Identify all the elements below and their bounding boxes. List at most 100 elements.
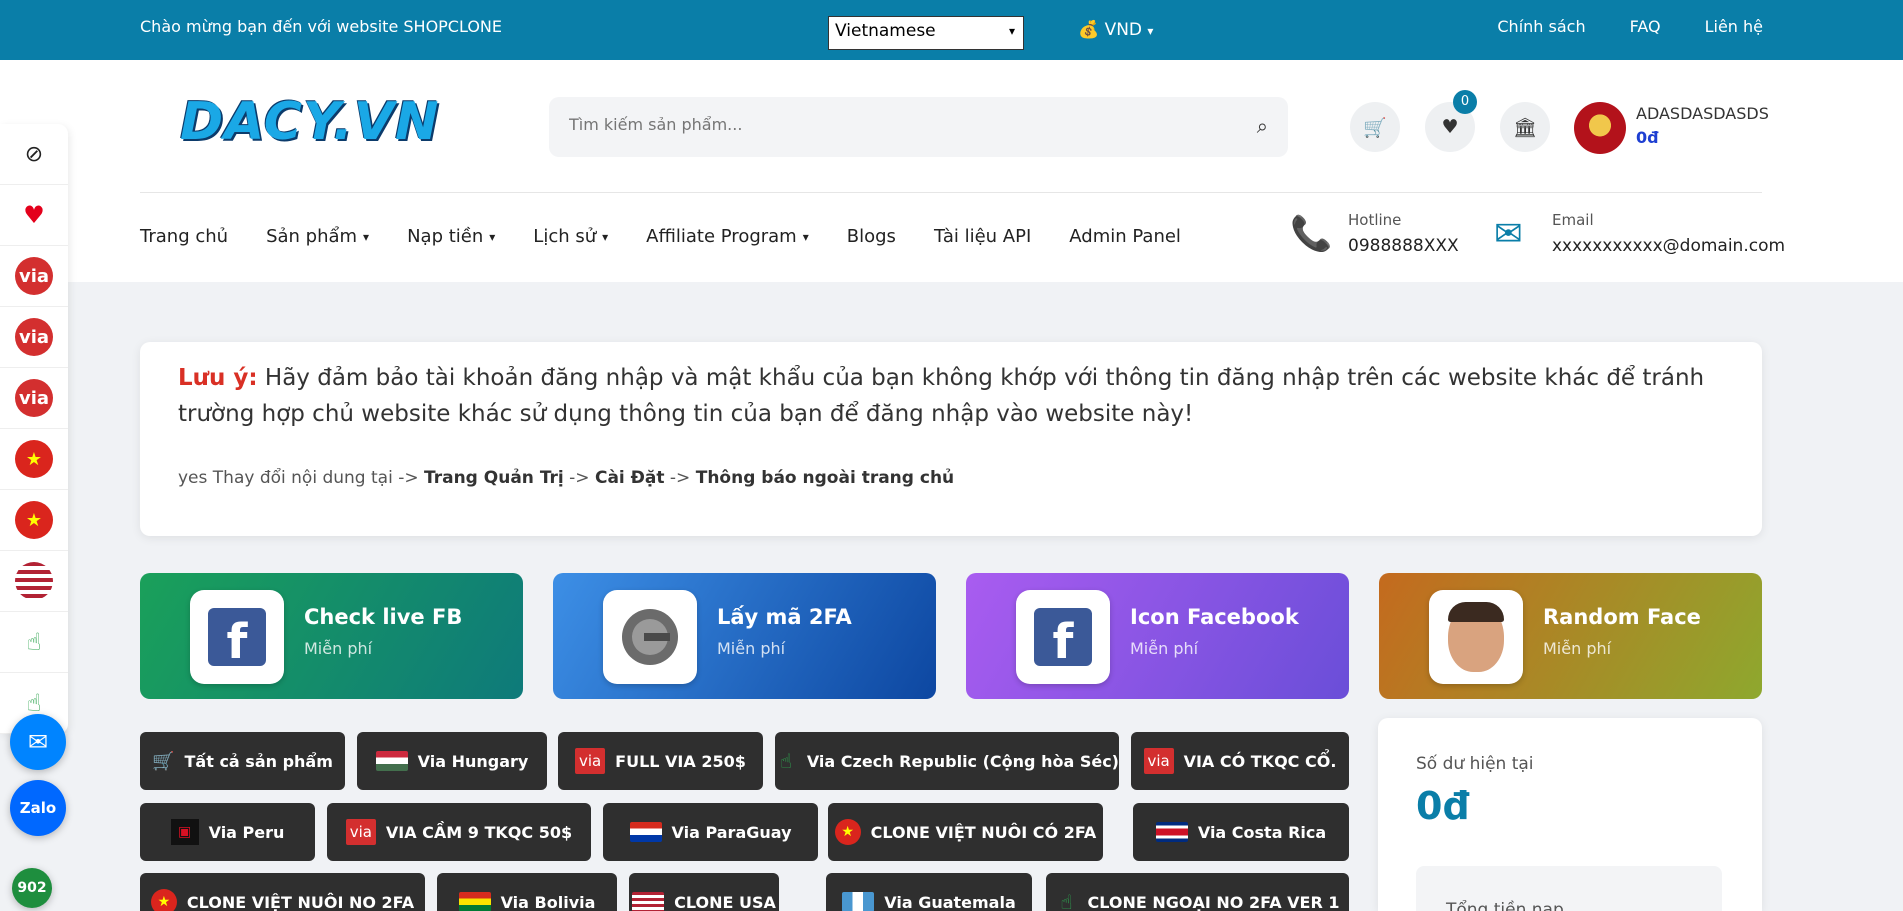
bank-button[interactable]: 🏛 — [1500, 102, 1550, 152]
envelope-icon: ✉ — [1494, 214, 1523, 254]
chip-via-hungary[interactable]: Via Hungary — [357, 732, 547, 790]
messenger-button[interactable]: ✉ — [10, 714, 66, 770]
tool-title: Lấy mã 2FA — [717, 605, 852, 629]
chip-label: VIA CẦM 9 TKQC 50$ — [385, 822, 573, 842]
header-divider — [140, 192, 1762, 193]
balance-label: Số dư hiện tại — [1416, 754, 1534, 774]
usa-flag-icon — [632, 892, 665, 911]
nav-item-history[interactable]: Lịch sử ▾ — [533, 226, 608, 247]
nav-item-blogs[interactable]: Blogs — [847, 226, 896, 247]
search-icon[interactable]: ⌕ — [1257, 114, 1268, 138]
quick-link-us[interactable] — [0, 551, 68, 612]
authenticator-icon — [603, 590, 697, 684]
chip-clone-ngoai-no-2fa[interactable]: ☝ CLONE NGOẠI NO 2FA VER 1 — [1046, 873, 1349, 911]
cart-icon: 🛒 — [152, 750, 175, 772]
tool-subtitle: Miễn phí — [1543, 639, 1612, 658]
user-name[interactable]: ADASDASDASDS — [1636, 104, 1769, 123]
nav-label: Trang chủ — [140, 226, 229, 247]
chip-via-guatemala[interactable]: Via Guatemala — [826, 873, 1032, 911]
face-icon — [1429, 590, 1523, 684]
via-icon: via — [1143, 748, 1174, 774]
language-select[interactable]: Vietnamese ▾ — [828, 16, 1024, 50]
language-selected: Vietnamese — [835, 21, 936, 41]
chip-label: Via Peru — [208, 822, 285, 842]
usa-flag-icon — [15, 562, 53, 600]
link-contact[interactable]: Liên hệ — [1705, 17, 1763, 36]
nav-label: Blogs — [846, 226, 896, 247]
chip-via-czech[interactable]: ☝ Via Czech Republic (Cộng hòa Séc) — [775, 732, 1119, 790]
favorites-link[interactable]: ♥ — [0, 185, 68, 246]
cart-button[interactable]: 🛒 — [1350, 102, 1400, 152]
email-address[interactable]: xxxxxxxxxxx@domain.com — [1552, 236, 1785, 256]
quick-link-via-3[interactable]: via — [0, 368, 68, 429]
peru-flag-icon: ▣ — [170, 819, 199, 845]
nav-item-admin[interactable]: Admin Panel — [1069, 226, 1181, 247]
tap-icon: ☝ — [779, 749, 792, 773]
facebook-icon: f — [1016, 590, 1110, 684]
facebook-icon: f — [190, 590, 284, 684]
balance-value: 0đ — [1416, 784, 1470, 828]
tool-card-2fa[interactable]: Lấy mã 2FA Miễn phí — [553, 573, 936, 699]
nav-item-affiliate[interactable]: Affiliate Program ▾ — [646, 226, 809, 247]
chip-label: FULL VIA 250$ — [615, 751, 746, 771]
quick-link-via-1[interactable]: via — [0, 246, 68, 307]
nav-label: Nạp tiền — [407, 226, 484, 247]
broken-image-alt: yes — [178, 468, 208, 488]
chip-full-via-250[interactable]: via FULL VIA 250$ — [558, 732, 763, 790]
link-faq[interactable]: FAQ — [1630, 17, 1661, 36]
chip-via-tkqc[interactable]: via VIA CÓ TKQC CỔ. — [1131, 732, 1349, 790]
via-icon: via — [345, 819, 376, 845]
nav-label: Affiliate Program — [646, 226, 797, 247]
phone-icon: 📞 — [1290, 214, 1333, 254]
quick-link-tap[interactable]: ☝ — [0, 612, 68, 673]
tool-card-icon-facebook[interactable]: f Icon Facebook Miễn phí — [966, 573, 1349, 699]
chip-via-9-tkqc[interactable]: via VIA CẦM 9 TKQC 50$ — [327, 803, 591, 861]
tool-card-random-face[interactable]: Random Face Miễn phí — [1379, 573, 1762, 699]
chip-label: Via Guatemala — [884, 892, 1016, 911]
nav-item-deposit[interactable]: Nạp tiền ▾ — [407, 226, 495, 247]
nav-item-api-docs[interactable]: Tài liệu API — [934, 226, 1031, 247]
chevron-down-icon: ▾ — [489, 229, 496, 244]
nav-item-home[interactable]: Trang chủ — [140, 226, 228, 247]
tool-card-check-live-fb[interactable]: f Check live FB Miễn phí — [140, 573, 523, 699]
chip-label: CLONE VIỆT NUÔI NO 2FA — [186, 892, 415, 911]
chip-clone-viet-no-2fa[interactable]: ★ CLONE VIỆT NUÔI NO 2FA — [140, 873, 425, 911]
quick-link-vn-1[interactable]: ★ — [0, 429, 68, 490]
chip-via-paraguay[interactable]: Via ParaGuay — [603, 803, 818, 861]
bank-icon: 🏛 — [1512, 116, 1538, 139]
nav-label: Tài liệu API — [933, 226, 1032, 247]
tool-subtitle: Miễn phí — [304, 639, 373, 658]
via-icon: via — [15, 379, 53, 417]
tool-subtitle: Miễn phí — [717, 639, 786, 658]
search-box: ⌕ — [549, 97, 1288, 157]
zalo-label: Zalo — [19, 799, 57, 817]
messenger-icon: ✉ — [27, 728, 49, 756]
quick-link-vn-2[interactable]: ★ — [0, 490, 68, 551]
quick-link-via-2[interactable]: via — [0, 307, 68, 368]
search-input[interactable] — [569, 115, 1209, 134]
eye-slash-icon: ⊘ — [24, 141, 44, 167]
nav-label: Admin Panel — [1069, 226, 1181, 247]
chip-clone-viet-2fa[interactable]: ★ CLONE VIỆT NUÔI CÓ 2FA — [828, 803, 1103, 861]
badge-number: 902 — [17, 880, 47, 896]
path-sep: -> — [669, 468, 691, 488]
nav-item-products[interactable]: Sản phẩm ▾ — [266, 226, 369, 247]
chip-label: Tất cả sản phẩm — [184, 751, 333, 771]
path-settings: Cài Đặt — [594, 468, 665, 488]
chip-via-peru[interactable]: ▣ Via Peru — [140, 803, 315, 861]
number-badge-902[interactable]: 902 — [12, 868, 52, 908]
tap-icon: ☝ — [1060, 890, 1073, 911]
chip-via-costa-rica[interactable]: Via Costa Rica — [1133, 803, 1349, 861]
chip-clone-usa[interactable]: CLONE USA — [629, 873, 779, 911]
site-logo[interactable]: DACY.VN — [180, 92, 440, 152]
currency-dropdown[interactable]: 💰 VND ▾ — [1078, 20, 1153, 40]
chip-all-products[interactable]: 🛒 Tất cả sản phẩm — [140, 732, 345, 790]
hide-toggle[interactable]: ⊘ — [0, 124, 68, 185]
zalo-button[interactable]: Zalo — [10, 780, 66, 836]
link-policy[interactable]: Chính sách — [1497, 17, 1585, 36]
total-deposit-box: Tổng tiền nạp — [1416, 866, 1722, 911]
chip-label: CLONE NGOẠI NO 2FA VER 1 — [1087, 892, 1340, 911]
hotline-number[interactable]: 0988888XXX — [1348, 236, 1459, 256]
avatar[interactable] — [1574, 102, 1626, 154]
chip-via-bolivia[interactable]: Via Bolivia — [437, 873, 617, 911]
